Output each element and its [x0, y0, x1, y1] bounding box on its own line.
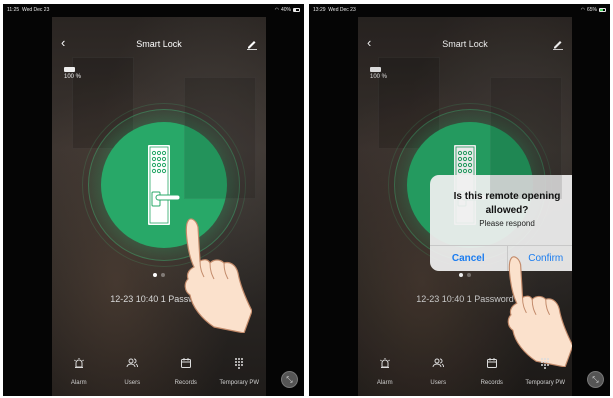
tab-label: Alarm: [70, 380, 87, 386]
status-date: Wed Dec 23: [328, 7, 356, 13]
lock-battery: 100 %: [64, 67, 81, 80]
collapse-arrows-icon: ⤡: [286, 374, 293, 384]
dialog-title: Is this remote opening allowed?: [453, 191, 561, 216]
pointing-hand-icon: [184, 218, 252, 333]
door-lock-icon: [148, 145, 181, 225]
keypad-icon: [541, 358, 550, 369]
page-dot: [161, 273, 165, 277]
status-date: Wed Dec 23: [21, 7, 50, 13]
calendar-icon: [180, 358, 191, 368]
keypad-icon: [235, 358, 244, 369]
assistive-touch-button[interactable]: ⤡: [281, 371, 298, 388]
users-icon: [126, 358, 139, 368]
status-bar: 13:29 Wed Dec 23 ◠ 65%: [309, 4, 610, 16]
tab-users[interactable]: Users: [412, 357, 466, 393]
status-bar: 11:25 Wed Dec 23 ◠ 40%: [3, 4, 304, 16]
tab-label: Temporary PW: [525, 380, 566, 386]
tab-alarm[interactable]: Alarm: [52, 357, 106, 393]
tab-alarm[interactable]: Alarm: [358, 357, 412, 393]
tab-label: Records: [174, 380, 197, 386]
page-dot-active: [153, 273, 157, 277]
smart-lock-app: ‹ Smart Lock 100 % 12-23 10:40 1 Passwor…: [358, 17, 572, 396]
nav-bar: ‹ Smart Lock: [52, 36, 266, 51]
status-time: 13:29: [313, 7, 326, 13]
battery-percent: 40%: [280, 7, 291, 13]
lock-battery-label: 100 %: [64, 74, 82, 80]
smart-lock-app: ‹ Smart Lock 100 % 12-23 10:40 1 Passwor…: [52, 17, 266, 396]
battery-icon: [293, 8, 300, 12]
cancel-button[interactable]: Cancel: [430, 246, 508, 271]
tab-bar: Alarm Users Records Temporary PW: [52, 357, 266, 393]
battery-percent: 65%: [586, 7, 597, 13]
tab-label: Users: [124, 380, 141, 386]
tab-users[interactable]: Users: [106, 357, 160, 393]
tab-temporary-pw[interactable]: Temporary PW: [519, 357, 573, 393]
battery-icon: [599, 8, 606, 12]
page-title: Smart Lock: [136, 39, 182, 49]
dialog-message: Please respond: [479, 219, 535, 228]
edit-icon[interactable]: [246, 38, 258, 50]
pointing-hand-icon: [507, 256, 572, 367]
alarm-icon: [379, 358, 390, 368]
users-icon: [432, 358, 445, 368]
tab-records[interactable]: Records: [465, 357, 519, 393]
tab-label: Temporary PW: [219, 380, 260, 386]
tab-label: Users: [430, 380, 447, 386]
tab-records[interactable]: Records: [159, 357, 213, 393]
screenshot-right: 13:29 Wed Dec 23 ◠ 65% ‹ Smart Lock 100 …: [309, 4, 610, 396]
alarm-icon: [73, 358, 84, 368]
assistive-touch-button[interactable]: ⤡: [587, 371, 604, 388]
wifi-icon: ◠: [274, 7, 279, 13]
wifi-icon: ◠: [580, 7, 585, 13]
tab-label: Alarm: [376, 380, 393, 386]
screenshot-left: 11:25 Wed Dec 23 ◠ 40% ‹ Smart Lock 100 …: [3, 4, 304, 396]
tab-bar: Alarm Users Records Temporary PW: [358, 357, 572, 393]
tab-temporary-pw[interactable]: Temporary PW: [213, 357, 267, 393]
status-time: 11:25: [7, 7, 20, 13]
calendar-icon: [486, 358, 497, 368]
tab-label: Records: [480, 380, 503, 386]
collapse-arrows-icon: ⤡: [592, 374, 599, 384]
lock-battery-icon: [64, 67, 75, 72]
